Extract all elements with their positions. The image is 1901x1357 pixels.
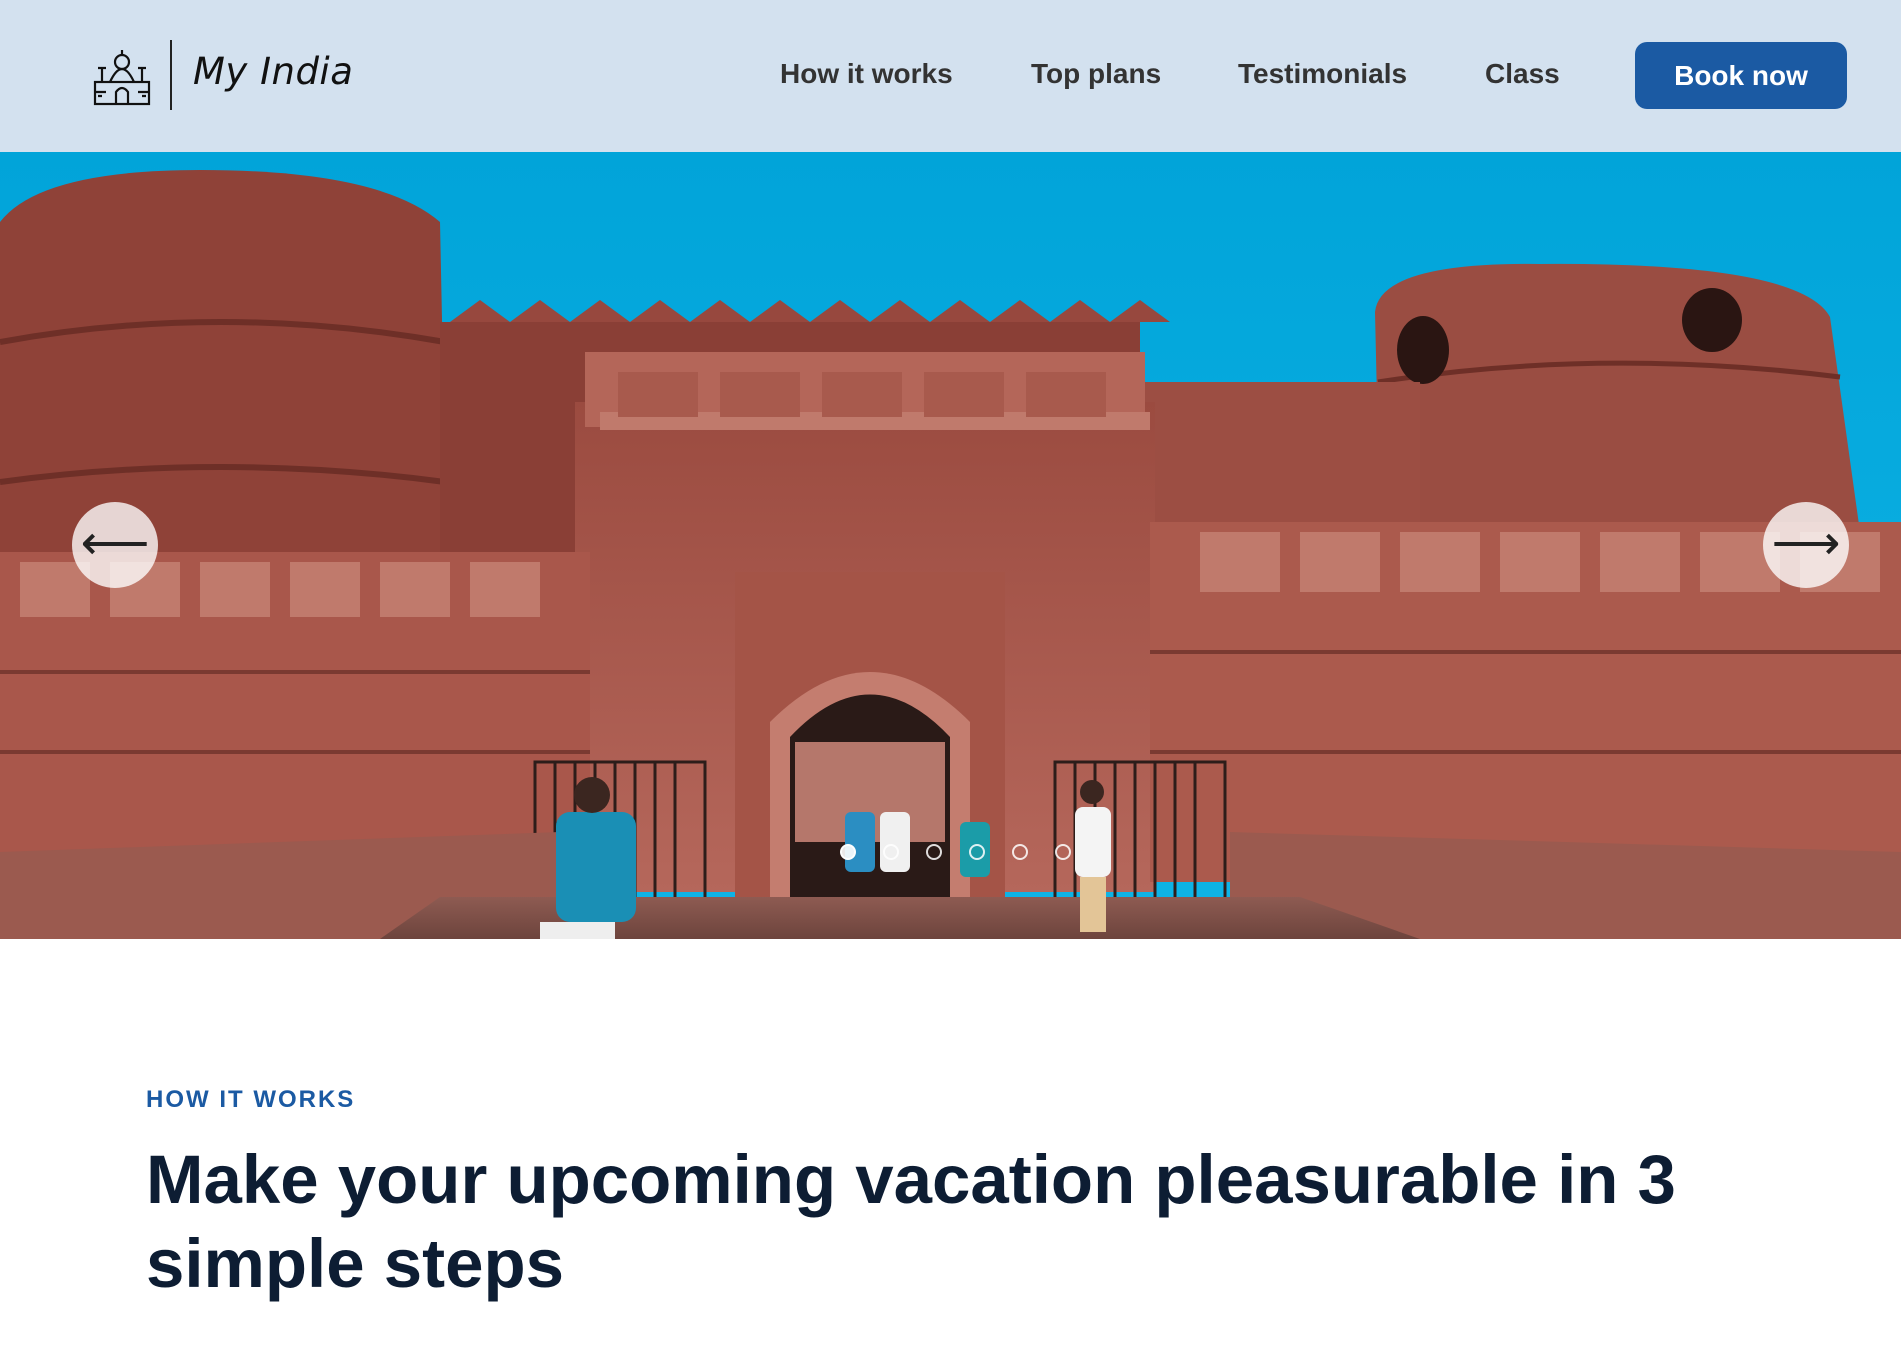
brand-name[interactable]: My India [193, 50, 353, 93]
arrow-left-icon: ⟵ [80, 515, 150, 571]
carousel-dot[interactable] [840, 844, 856, 860]
carousel-dot[interactable] [883, 844, 899, 860]
nav-class[interactable]: Class [1485, 58, 1560, 90]
arrow-right-icon: ⟶ [1771, 515, 1841, 571]
carousel-dot[interactable] [969, 844, 985, 860]
carousel-dot[interactable] [1055, 844, 1071, 860]
nav-top-plans[interactable]: Top plans [1031, 58, 1161, 90]
carousel-dot[interactable] [926, 844, 942, 860]
nav-how-it-works[interactable]: How it works [780, 58, 953, 90]
section-title: Make your upcoming vacation pleasurable … [146, 1141, 1676, 1302]
carousel-next-button[interactable]: ⟶ [1763, 502, 1849, 588]
india-monument-icon[interactable] [92, 48, 152, 106]
site-header: My India How it works Top plans Testimon… [0, 0, 1901, 152]
logo-divider [170, 40, 172, 110]
book-now-button[interactable]: Book now [1635, 42, 1847, 109]
carousel-dot[interactable] [1012, 844, 1028, 860]
section-eyebrow: HOW IT WORKS [146, 1086, 356, 1113]
hero-carousel: ⟵ ⟶ [0, 152, 1901, 939]
nav-testimonials[interactable]: Testimonials [1238, 58, 1407, 90]
hero-image-fort [0, 152, 1901, 939]
carousel-prev-button[interactable]: ⟵ [72, 502, 158, 588]
